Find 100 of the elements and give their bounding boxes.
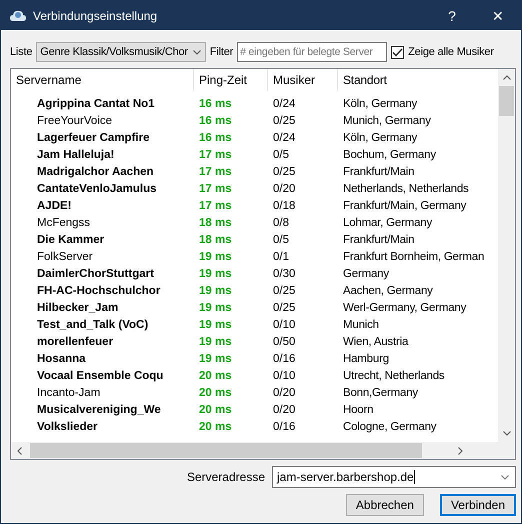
table-cell-text: 18 ms: [198, 234, 233, 246]
table-cell-text: 0/20: [272, 386, 296, 398]
chevron-right-icon[interactable]: [458, 446, 463, 454]
table-cell-text: 16 ms: [198, 132, 233, 144]
table-cell-text: 17 ms: [198, 200, 233, 212]
table-cell-text: Germany: [342, 268, 390, 280]
checkbox[interactable]: [391, 46, 404, 58]
table-cell-text: 0/1: [272, 250, 290, 262]
table-cell-text: 0/16: [272, 352, 296, 364]
chevron-down-icon[interactable]: [502, 431, 510, 436]
table-cell-text: Frankfurt/Main: [342, 234, 416, 246]
help-button[interactable]: ?: [429, 1, 475, 30]
table-cell-text: Hoorn: [342, 404, 374, 416]
table-cell-text: Lohmar, Germany: [342, 216, 434, 228]
table-cell-text: 19 ms: [198, 352, 233, 364]
checkbox-label: Zeige alle Musiker: [408, 46, 494, 58]
table-cell-text: Utrecht, Netherlands: [342, 370, 446, 382]
table-cell-text: McFengss: [36, 216, 92, 228]
window-title: Verbindungseinstellung: [33, 8, 158, 22]
table-cell-text: 0/25: [272, 114, 296, 126]
table-cell-text: Lagerfeuer Campfire: [36, 132, 150, 144]
table-cell-text: 0/18: [272, 200, 296, 212]
table-cell-text: Aachen, Germany: [342, 284, 434, 296]
column-header[interactable]: Servername: [11, 69, 194, 91]
table-cell-text: DaimlerChorStuttgart: [36, 268, 155, 280]
column-header[interactable]: Ping-Zeit: [194, 69, 268, 91]
table-cell-text: Köln, Germany: [342, 98, 418, 110]
table-cell-text: 0/8: [272, 216, 290, 228]
server-address-label: Serveradresse: [186, 470, 265, 484]
table-cell-text: FolkServer: [36, 250, 94, 262]
table-cell-text: 0/20: [272, 182, 296, 194]
table-cell-text: 0/20: [272, 404, 296, 416]
table-cell-text: morellenfeuer: [36, 336, 114, 348]
table-cell-text: 19 ms: [198, 336, 233, 348]
table-cell-text: Hamburg: [342, 352, 390, 364]
vertical-scrollbar[interactable]: [498, 69, 515, 442]
list-dropdown[interactable]: Genre Klassik/Volksmusik/Chor: [36, 42, 206, 62]
table-cell-text: 0/50: [272, 336, 296, 348]
table-cell-text: Hilbecker_Jam: [36, 302, 120, 314]
table-cell-text: Incanto-Jam: [36, 386, 102, 398]
cloud-app-icon: [10, 8, 26, 22]
connect-button[interactable]: Verbinden: [440, 494, 516, 516]
table-cell-text: 19 ms: [198, 250, 233, 262]
table-cell-text: Vocaal Ensemble Coqu: [36, 370, 164, 382]
table-cell-text: 20 ms: [198, 386, 233, 398]
filter-label: Filter: [210, 46, 234, 58]
chevron-up-icon[interactable]: [502, 75, 510, 80]
table-cell-text: AJDE!: [36, 200, 73, 212]
column-header[interactable]: Musiker: [268, 69, 338, 91]
table-cell-text: Hosanna: [36, 352, 87, 364]
table-cell-text: CantateVenloJamulus: [36, 182, 158, 194]
table-cell-text: 0/5: [272, 148, 290, 160]
table-cell-text: 0/10: [272, 370, 296, 382]
server-address-field[interactable]: jam-server.barbershop.de: [272, 466, 516, 488]
table-cell-text: Agrippina Cantat No1: [36, 98, 156, 110]
table-cell-text: FreeYourVoice: [36, 114, 114, 126]
chevron-down-icon[interactable]: [501, 474, 509, 480]
table-cell-text: 0/5: [272, 234, 290, 246]
table-cell-text: 0/10: [272, 318, 296, 330]
scrollbar-thumb[interactable]: [499, 86, 514, 116]
column-header[interactable]: Standort: [338, 69, 498, 91]
table-cell-text: Bochum, Germany: [342, 148, 437, 160]
table-cell-text: 0/24: [272, 98, 296, 110]
table-cell-text: Die Kammer: [36, 234, 106, 246]
table-cell-text: 17 ms: [198, 148, 233, 160]
table-cell-text: Bonn,Germany: [342, 386, 419, 398]
scrollbar-thumb[interactable]: [30, 443, 422, 458]
table-cell-text: Werl-Germany, Germany: [342, 302, 468, 314]
table-cell-text: 0/30: [272, 268, 296, 280]
filter-field[interactable]: # eingeben für belegte Server: [237, 42, 388, 62]
table-cell-text: 19 ms: [198, 284, 233, 296]
table-cell-text: 20 ms: [198, 404, 233, 416]
table-cell-text: Musicalvereniging_We: [36, 404, 162, 416]
table-cell-text: Munich: [342, 318, 380, 330]
table-cell-text: Jam Halleluja!: [36, 148, 116, 160]
cancel-button[interactable]: Abbrechen: [346, 494, 424, 516]
table-cell-text: 0/24: [272, 132, 296, 144]
table-cell-text: Madrigalchor Aachen: [36, 166, 155, 178]
table-cell-text: Munich, Germany: [342, 114, 432, 126]
table-cell-text: 0/25: [272, 302, 296, 314]
table-cell-text: 16 ms: [198, 98, 233, 110]
horizontal-scrollbar[interactable]: [11, 442, 515, 459]
table-cell-text: 0/16: [272, 420, 296, 432]
table-cell-text: Wien, Austria: [342, 336, 410, 348]
table-cell-text: Frankfurt/Main, Germany: [342, 200, 468, 212]
table-cell-text: Frankfurt Bornheim, German: [342, 250, 486, 262]
table-cell-text: Köln, Germany: [342, 132, 418, 144]
table-cell-text: Frankfurt/Main: [342, 166, 416, 178]
chevron-left-icon[interactable]: [17, 446, 22, 454]
table-cell-text: Test_and_Talk (VoC): [36, 318, 150, 330]
table-cell-text: 20 ms: [198, 420, 233, 432]
table-cell-text: 19 ms: [198, 268, 233, 280]
table-cell-text: Volkslieder: [36, 420, 99, 432]
list-label: Liste: [10, 46, 32, 58]
chevron-down-icon: [192, 50, 201, 54]
table-cell-text: 19 ms: [198, 302, 233, 314]
table-cell-text: Cologne, Germany: [342, 420, 438, 432]
table-cell-text: 0/25: [272, 284, 296, 296]
close-button[interactable]: ✕: [475, 1, 521, 30]
table-cell-text: 17 ms: [198, 166, 233, 178]
